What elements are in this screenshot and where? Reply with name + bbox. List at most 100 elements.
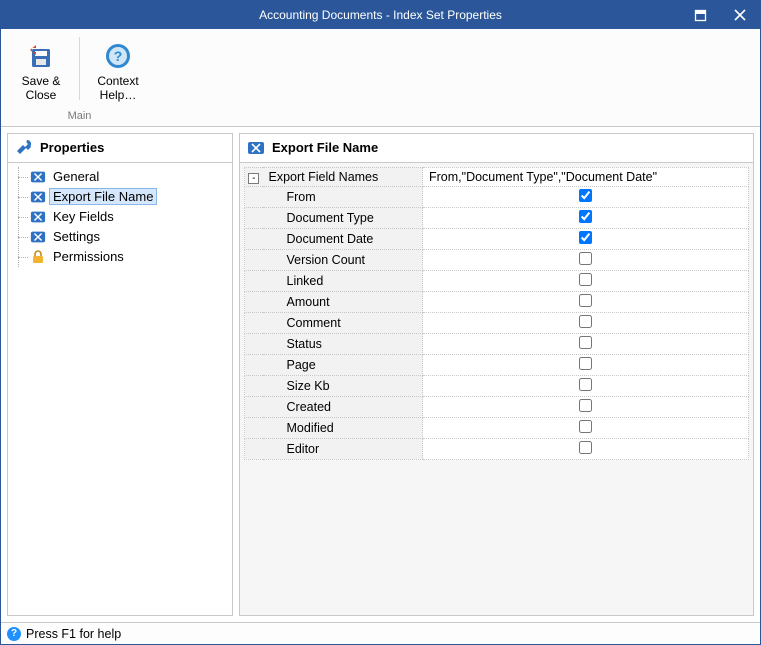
grid-field-value (423, 333, 749, 354)
field-checkbox[interactable] (579, 420, 592, 433)
grid-expand-spacer (245, 228, 263, 249)
tag-icon (246, 138, 266, 158)
detail-header-label: Export File Name (272, 140, 378, 155)
grid-expand-spacer (245, 186, 263, 207)
context-help-button[interactable]: ? Context Help… (88, 35, 148, 106)
detail-header: Export File Name (240, 134, 753, 163)
grid-row: Status (245, 333, 749, 354)
statusbar: ? Press F1 for help (1, 622, 760, 644)
grid-root-value[interactable]: From,"Document Type","Document Date" (423, 167, 749, 186)
collapse-icon[interactable]: - (248, 173, 259, 184)
sidebar-item-general[interactable]: General (18, 167, 230, 187)
tag-icon (30, 209, 46, 225)
properties-header-label: Properties (40, 140, 104, 155)
properties-pane: Properties General Export File Name Key Fi… (7, 133, 233, 616)
grid-field-name: Linked (263, 270, 423, 291)
field-checkbox[interactable] (579, 294, 592, 307)
grid-field-value (423, 270, 749, 291)
field-checkbox[interactable] (579, 252, 592, 265)
grid-field-value (423, 354, 749, 375)
field-checkbox[interactable] (579, 210, 592, 223)
sidebar-item-label: Export File Name (50, 189, 156, 204)
property-grid-wrap: -Export Field NamesFrom,"Document Type",… (240, 163, 753, 464)
field-checkbox[interactable] (579, 378, 592, 391)
properties-header: Properties (8, 134, 232, 163)
grid-field-name: Page (263, 354, 423, 375)
sidebar-item-label: Key Fields (50, 209, 117, 224)
field-checkbox[interactable] (579, 273, 592, 286)
field-checkbox[interactable] (579, 231, 592, 244)
grid-expand-spacer (245, 249, 263, 270)
grid-expand-spacer (245, 333, 263, 354)
sidebar-item-label: Settings (50, 229, 103, 244)
grid-expand-spacer (245, 207, 263, 228)
field-checkbox[interactable] (579, 441, 592, 454)
grid-field-name: Comment (263, 312, 423, 333)
save-close-icon (25, 40, 57, 72)
grid-row: Modified (245, 417, 749, 438)
grid-expand-spacer (245, 417, 263, 438)
field-checkbox[interactable] (579, 357, 592, 370)
grid-expand-spacer (245, 396, 263, 417)
grid-field-value (423, 228, 749, 249)
save-close-button[interactable]: Save & Close (11, 35, 71, 106)
detail-pane: Export File Name -Export Field NamesFrom… (239, 133, 754, 616)
grid-field-name: Status (263, 333, 423, 354)
grid-field-value (423, 207, 749, 228)
grid-field-value (423, 375, 749, 396)
window-title: Accounting Documents - Index Set Propert… (1, 8, 760, 22)
context-help-label-line2: Help… (100, 89, 137, 103)
grid-field-name: Size Kb (263, 375, 423, 396)
grid-row: Document Date (245, 228, 749, 249)
ribbon: Save & Close ? Context Help… Main (1, 29, 760, 127)
info-icon: ? (7, 627, 21, 641)
grid-expand-spacer (245, 291, 263, 312)
wrench-icon (14, 138, 34, 158)
save-close-label-line2: Close (26, 89, 57, 103)
close-icon[interactable] (720, 1, 760, 29)
context-help-label-line1: Context (97, 75, 138, 89)
sidebar-item-permissions[interactable]: Permissions (18, 247, 230, 267)
svg-text:?: ? (114, 48, 123, 64)
grid-field-value (423, 396, 749, 417)
grid-field-name: Document Date (263, 228, 423, 249)
grid-root-row: -Export Field NamesFrom,"Document Type",… (245, 167, 749, 186)
grid-row: Linked (245, 270, 749, 291)
grid-root-name: Export Field Names (263, 167, 423, 186)
grid-row: From (245, 186, 749, 207)
ribbon-group-label: Main (68, 110, 92, 122)
grid-field-value (423, 438, 749, 459)
sidebar-item-export-file-name[interactable]: Export File Name (18, 187, 230, 207)
help-icon: ? (102, 40, 134, 72)
grid-field-value (423, 312, 749, 333)
grid-expand-spacer (245, 270, 263, 291)
grid-field-value (423, 417, 749, 438)
tag-icon (30, 229, 46, 245)
grid-row: Amount (245, 291, 749, 312)
lock-icon (30, 249, 46, 265)
tag-icon (30, 169, 46, 185)
tag-icon (30, 189, 46, 205)
grid-row: Page (245, 354, 749, 375)
grid-field-name: Created (263, 396, 423, 417)
maximize-icon[interactable] (680, 1, 720, 29)
field-checkbox[interactable] (579, 399, 592, 412)
grid-row: Size Kb (245, 375, 749, 396)
field-checkbox[interactable] (579, 336, 592, 349)
sidebar-item-label: Permissions (50, 249, 127, 264)
grid-expand-spacer (245, 438, 263, 459)
grid-row: Comment (245, 312, 749, 333)
field-checkbox[interactable] (579, 315, 592, 328)
grid-expand-spacer (245, 312, 263, 333)
grid-row: Version Count (245, 249, 749, 270)
ribbon-separator (79, 37, 80, 100)
field-checkbox[interactable] (579, 189, 592, 202)
sidebar-item-label: General (50, 169, 102, 184)
grid-row: Editor (245, 438, 749, 459)
grid-field-name: Version Count (263, 249, 423, 270)
properties-tree: General Export File Name Key Fields Setting… (8, 163, 232, 615)
grid-field-name: Amount (263, 291, 423, 312)
grid-field-value (423, 249, 749, 270)
sidebar-item-key-fields[interactable]: Key Fields (18, 207, 230, 227)
sidebar-item-settings[interactable]: Settings (18, 227, 230, 247)
